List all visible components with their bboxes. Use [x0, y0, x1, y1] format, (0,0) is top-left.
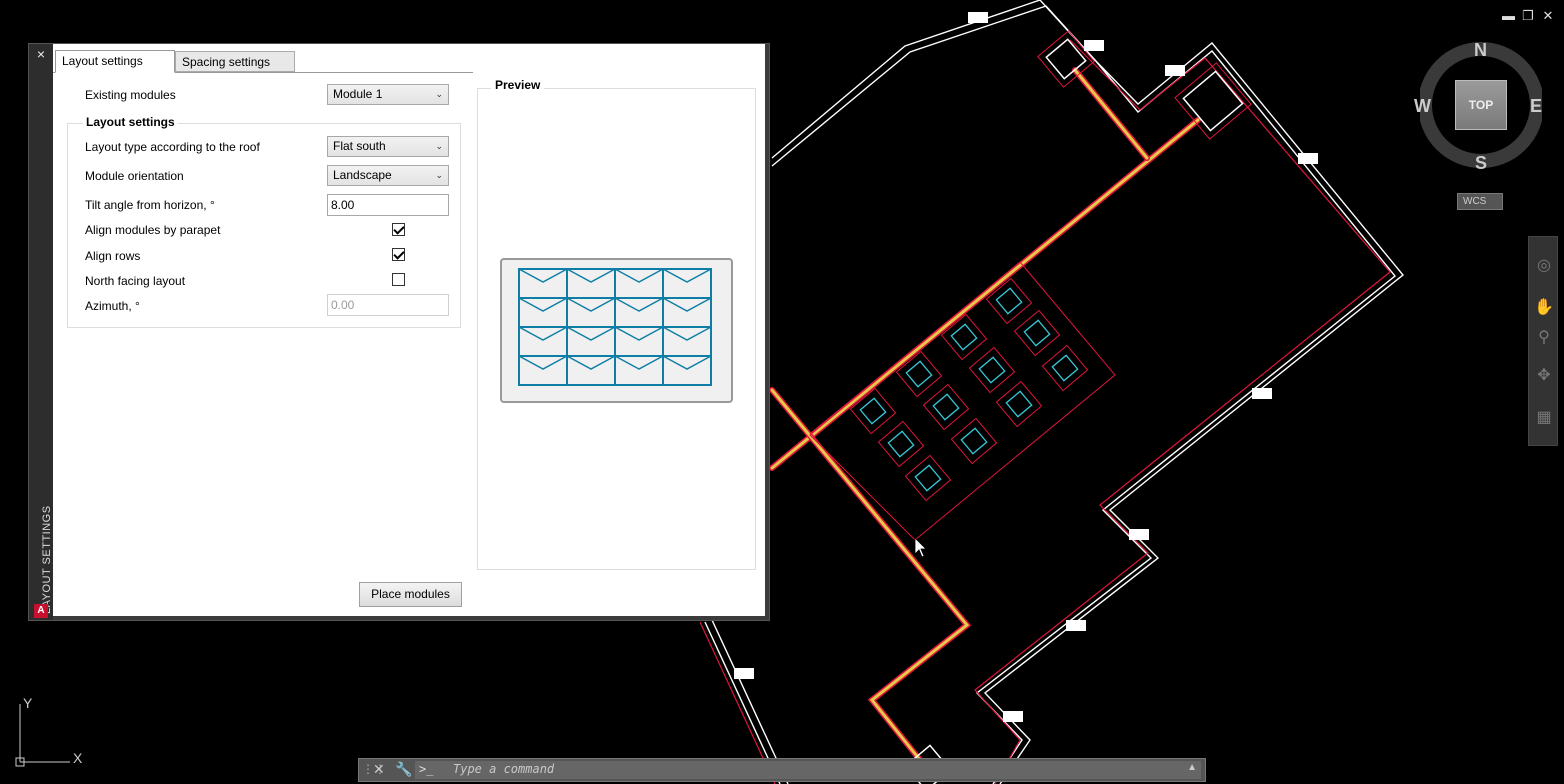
compass-south[interactable]: S	[1475, 153, 1487, 174]
roof-outline	[704, 0, 1404, 784]
existing-modules-label: Existing modules	[85, 88, 176, 102]
compass-north[interactable]: N	[1474, 40, 1487, 61]
palette-vertical-title: LAYOUT SETTINGS	[41, 505, 53, 614]
viewcube[interactable]: N S E W TOP	[1414, 38, 1542, 178]
wcs-menu[interactable]: WCS	[1457, 193, 1503, 210]
align-rows-label: Align rows	[85, 249, 141, 263]
chevron-up-icon[interactable]: ▲	[1187, 762, 1197, 773]
pan-icon[interactable]: ✋	[1532, 297, 1556, 319]
north-facing-checkbox[interactable]	[392, 273, 405, 286]
chevron-down-icon: ⌄	[435, 89, 443, 99]
prompt-icon[interactable]: >_	[419, 762, 433, 776]
layout-settings-group-title: Layout settings	[83, 115, 178, 129]
preview-image	[500, 258, 733, 403]
compass-west[interactable]: W	[1414, 96, 1431, 117]
viewcube-top-face[interactable]: TOP	[1455, 80, 1507, 130]
palette-body: Layout settings Spacing settings Existin…	[53, 44, 765, 616]
offset-outline	[699, 39, 1391, 784]
chevron-down-icon: ⌄	[435, 141, 443, 151]
align-rows-checkbox[interactable]	[392, 248, 405, 261]
ucs-x-label: X	[73, 750, 83, 766]
close-icon[interactable]: ✕	[1542, 8, 1554, 24]
close-command-line-icon[interactable]: ✕	[373, 761, 385, 778]
preview-title: Preview	[491, 78, 545, 92]
tilt-angle-label: Tilt angle from horizon, °	[85, 198, 215, 212]
navigation-bar: ◎ ✋ ⚲ ✥ ▦	[1528, 236, 1558, 446]
ridge-lines	[769, 67, 1201, 763]
tab-spacing-settings[interactable]: Spacing settings	[175, 51, 295, 72]
mouse-cursor	[914, 537, 927, 558]
azimuth-label: Azimuth, °	[85, 299, 140, 313]
palette-title-strip[interactable]: × LAYOUT SETTINGS A	[29, 44, 53, 620]
command-line: ⋮⋮ ✕ 🔧 >_ Type a command ▲	[358, 758, 1206, 782]
azimuth-input: 0.00	[327, 294, 449, 316]
compass-east[interactable]: E	[1530, 96, 1542, 117]
orbit-icon[interactable]: ✥	[1532, 365, 1556, 387]
palette-close-icon[interactable]: ×	[33, 46, 49, 62]
window-controls: ▬ ❐ ✕	[1502, 8, 1554, 24]
tilt-angle-input[interactable]: 8.00	[327, 194, 449, 216]
layout-type-label: Layout type according to the roof	[85, 140, 260, 154]
layout-type-select[interactable]: Flat south ⌄	[327, 136, 449, 157]
ucs-y-label: Y	[23, 695, 33, 711]
steering-wheel-icon[interactable]: ◎	[1532, 255, 1556, 277]
ucs-icon: Y X	[15, 695, 83, 767]
north-facing-label: North facing layout	[85, 274, 186, 288]
layout-settings-palette: × LAYOUT SETTINGS A Layout settings Spac…	[28, 43, 770, 621]
command-input[interactable]: >_ Type a command ▲	[415, 761, 1201, 779]
existing-modules-select[interactable]: Module 1 ⌄	[327, 84, 449, 105]
skylights	[849, 277, 1089, 502]
roof-vents	[904, 38, 1244, 784]
dimension-tags	[734, 12, 1318, 722]
showmotion-icon[interactable]: ▦	[1532, 407, 1556, 429]
restore-icon[interactable]: ❐	[1522, 8, 1534, 24]
place-modules-button[interactable]: Place modules	[359, 582, 462, 607]
chevron-down-icon: ⌄	[435, 170, 443, 180]
tab-layout-settings[interactable]: Layout settings	[55, 50, 175, 73]
tab-strip: Layout settings Spacing settings	[53, 48, 473, 73]
module-orientation-select[interactable]: Landscape ⌄	[327, 165, 449, 186]
align-parapet-checkbox[interactable]	[392, 223, 405, 236]
command-placeholder: Type a command	[453, 762, 555, 776]
zoom-icon[interactable]: ⚲	[1532, 327, 1556, 349]
autocad-logo-icon: A	[34, 604, 48, 618]
module-orientation-label: Module orientation	[85, 169, 184, 183]
wrench-icon[interactable]: 🔧	[395, 761, 412, 778]
minimize-icon[interactable]: ▬	[1502, 8, 1515, 24]
align-parapet-label: Align modules by parapet	[85, 223, 221, 237]
